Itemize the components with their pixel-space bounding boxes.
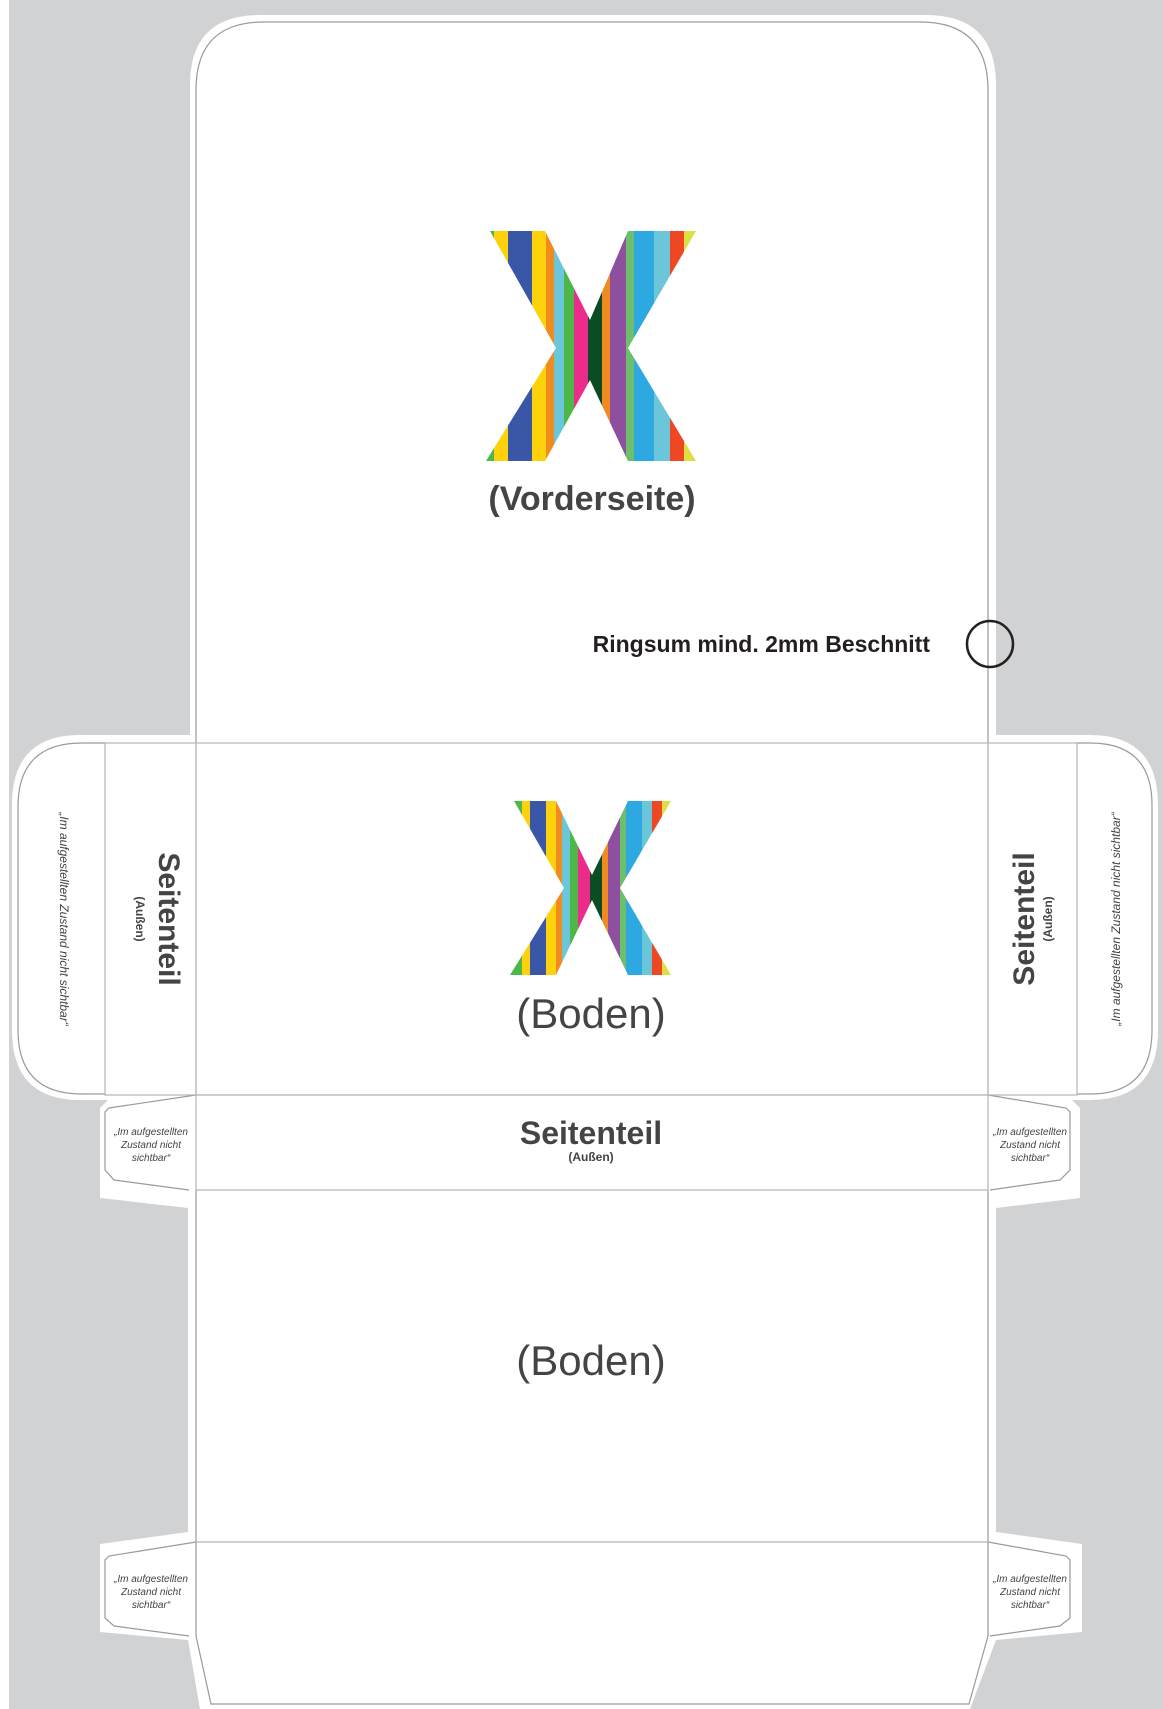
bottom-logo-label: (Boden) <box>516 990 665 1037</box>
left-side-subtitle: (Außen) <box>133 896 147 941</box>
box-dieline-svg: (Vorderseite) Ringsum mind. 2mm Beschnit… <box>0 0 1163 1709</box>
right-side-title: Seitenteil <box>1008 852 1041 985</box>
right-flap-note: „Im aufgestellten Zustand nicht sichtbar… <box>1109 811 1123 1026</box>
box-dieline: (Vorderseite) Ringsum mind. 2mm Beschnit… <box>0 0 1163 1709</box>
bottom-panel-label: (Boden) <box>516 1337 665 1384</box>
right-side-subtitle: (Außen) <box>1041 896 1055 941</box>
svg-text:„Im aufgestellten: „Im aufgestellten <box>992 1127 1067 1138</box>
svg-text:Zustand nicht: Zustand nicht <box>999 1140 1061 1151</box>
svg-text:sichtbar“: sichtbar“ <box>1011 1600 1050 1611</box>
left-margin-strip <box>0 0 9 1709</box>
svg-text:Zustand nicht: Zustand nicht <box>120 1587 182 1598</box>
front-logo-label: (Vorderseite) <box>488 480 695 518</box>
svg-text:„Im aufgestellten: „Im aufgestellten <box>113 1574 188 1585</box>
svg-text:Zustand nicht: Zustand nicht <box>120 1140 182 1151</box>
svg-text:„Im aufgestellten: „Im aufgestellten <box>992 1574 1067 1585</box>
svg-text:Zustand nicht: Zustand nicht <box>999 1587 1061 1598</box>
left-flap-note: „Im aufgestellten Zustand nicht sichtbar… <box>57 811 71 1026</box>
svg-text:sichtbar“: sichtbar“ <box>1011 1153 1050 1164</box>
svg-text:sichtbar“: sichtbar“ <box>132 1600 171 1611</box>
svg-text:„Im aufgestellten: „Im aufgestellten <box>113 1127 188 1138</box>
svg-text:sichtbar“: sichtbar“ <box>132 1153 171 1164</box>
front-side-title: Seitenteil <box>520 1115 662 1151</box>
front-side-subtitle: (Außen) <box>568 1150 613 1164</box>
left-side-title: Seitenteil <box>152 852 185 985</box>
bleed-note: Ringsum mind. 2mm Beschnitt <box>593 631 931 657</box>
